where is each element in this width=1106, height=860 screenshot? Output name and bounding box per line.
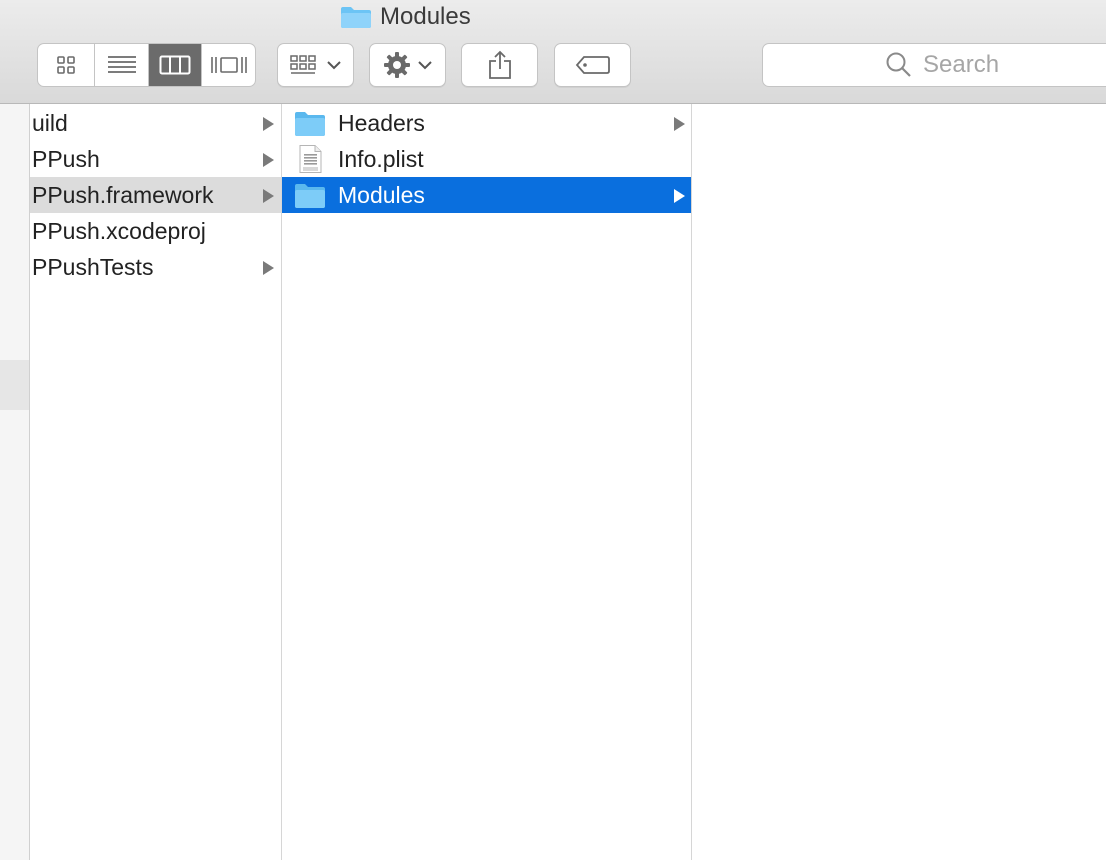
grid-icon	[57, 56, 75, 74]
chevron-down-icon	[417, 61, 432, 70]
column-view-button[interactable]	[149, 44, 202, 86]
icon-view-button[interactable]	[38, 44, 95, 86]
list-item[interactable]: PPush.xcodeproj	[30, 213, 281, 249]
list-item[interactable]: Headers	[282, 105, 691, 141]
list-item[interactable]: PPush	[30, 141, 281, 177]
gear-icon	[383, 52, 410, 78]
list-item[interactable]: Modules	[282, 177, 691, 213]
item-name: uild	[32, 109, 68, 136]
item-name: PPush	[32, 145, 100, 172]
finder-window: Modules Search uild PPush PPush.framewor…	[0, 0, 1106, 860]
arrange-button[interactable]	[277, 43, 354, 87]
column-browser: uild PPush PPush.framework PPush.xcodepr…	[0, 104, 1106, 860]
folder-icon	[295, 112, 325, 136]
sidebar-selected-item[interactable]	[0, 360, 29, 410]
browser-column-1[interactable]: uild PPush PPush.framework PPush.xcodepr…	[30, 104, 282, 860]
list-view-button[interactable]	[95, 44, 149, 86]
list-icon	[107, 56, 136, 73]
list-item[interactable]: Info.plist	[282, 141, 691, 177]
disclosure-arrow-icon	[263, 189, 274, 203]
search-placeholder: Search	[923, 51, 1000, 78]
item-name: Info.plist	[338, 145, 424, 172]
chevron-down-icon	[326, 61, 341, 70]
folder-icon	[295, 184, 325, 208]
disclosure-arrow-icon	[263, 261, 274, 275]
browser-column-2[interactable]: Headers Info.plist Modules	[282, 104, 692, 860]
item-name: PPush.framework	[32, 181, 214, 208]
columns-icon	[159, 55, 191, 75]
disclosure-arrow-icon	[263, 153, 274, 167]
view-mode-control	[37, 43, 256, 87]
window-title: Modules	[340, 2, 471, 32]
list-item[interactable]: uild	[30, 105, 281, 141]
item-name: Headers	[338, 109, 425, 136]
disclosure-arrow-icon	[674, 189, 685, 203]
share-icon	[488, 50, 511, 79]
browser-column-3[interactable]	[692, 104, 1106, 860]
coverflow-icon	[210, 57, 247, 73]
toolbar: Modules Search	[0, 0, 1106, 104]
action-button[interactable]	[369, 43, 446, 87]
search-icon	[886, 52, 911, 77]
disclosure-arrow-icon	[263, 117, 274, 131]
plist-file-icon	[299, 145, 322, 173]
disclosure-arrow-icon	[674, 117, 685, 131]
coverflow-view-button[interactable]	[202, 44, 255, 86]
window-title-text: Modules	[380, 3, 471, 30]
search-field[interactable]: Search	[762, 43, 1106, 87]
item-name: Modules	[338, 181, 425, 208]
sidebar[interactable]	[0, 104, 30, 860]
tag-icon	[575, 56, 610, 74]
arrange-icon	[289, 55, 316, 74]
list-item[interactable]: PPushTests	[30, 249, 281, 285]
item-name: PPush.xcodeproj	[32, 217, 206, 244]
share-button[interactable]	[461, 43, 538, 87]
folder-icon	[341, 7, 371, 28]
item-name: PPushTests	[32, 253, 154, 280]
list-item[interactable]: PPush.framework	[30, 177, 281, 213]
tag-button[interactable]	[554, 43, 631, 87]
